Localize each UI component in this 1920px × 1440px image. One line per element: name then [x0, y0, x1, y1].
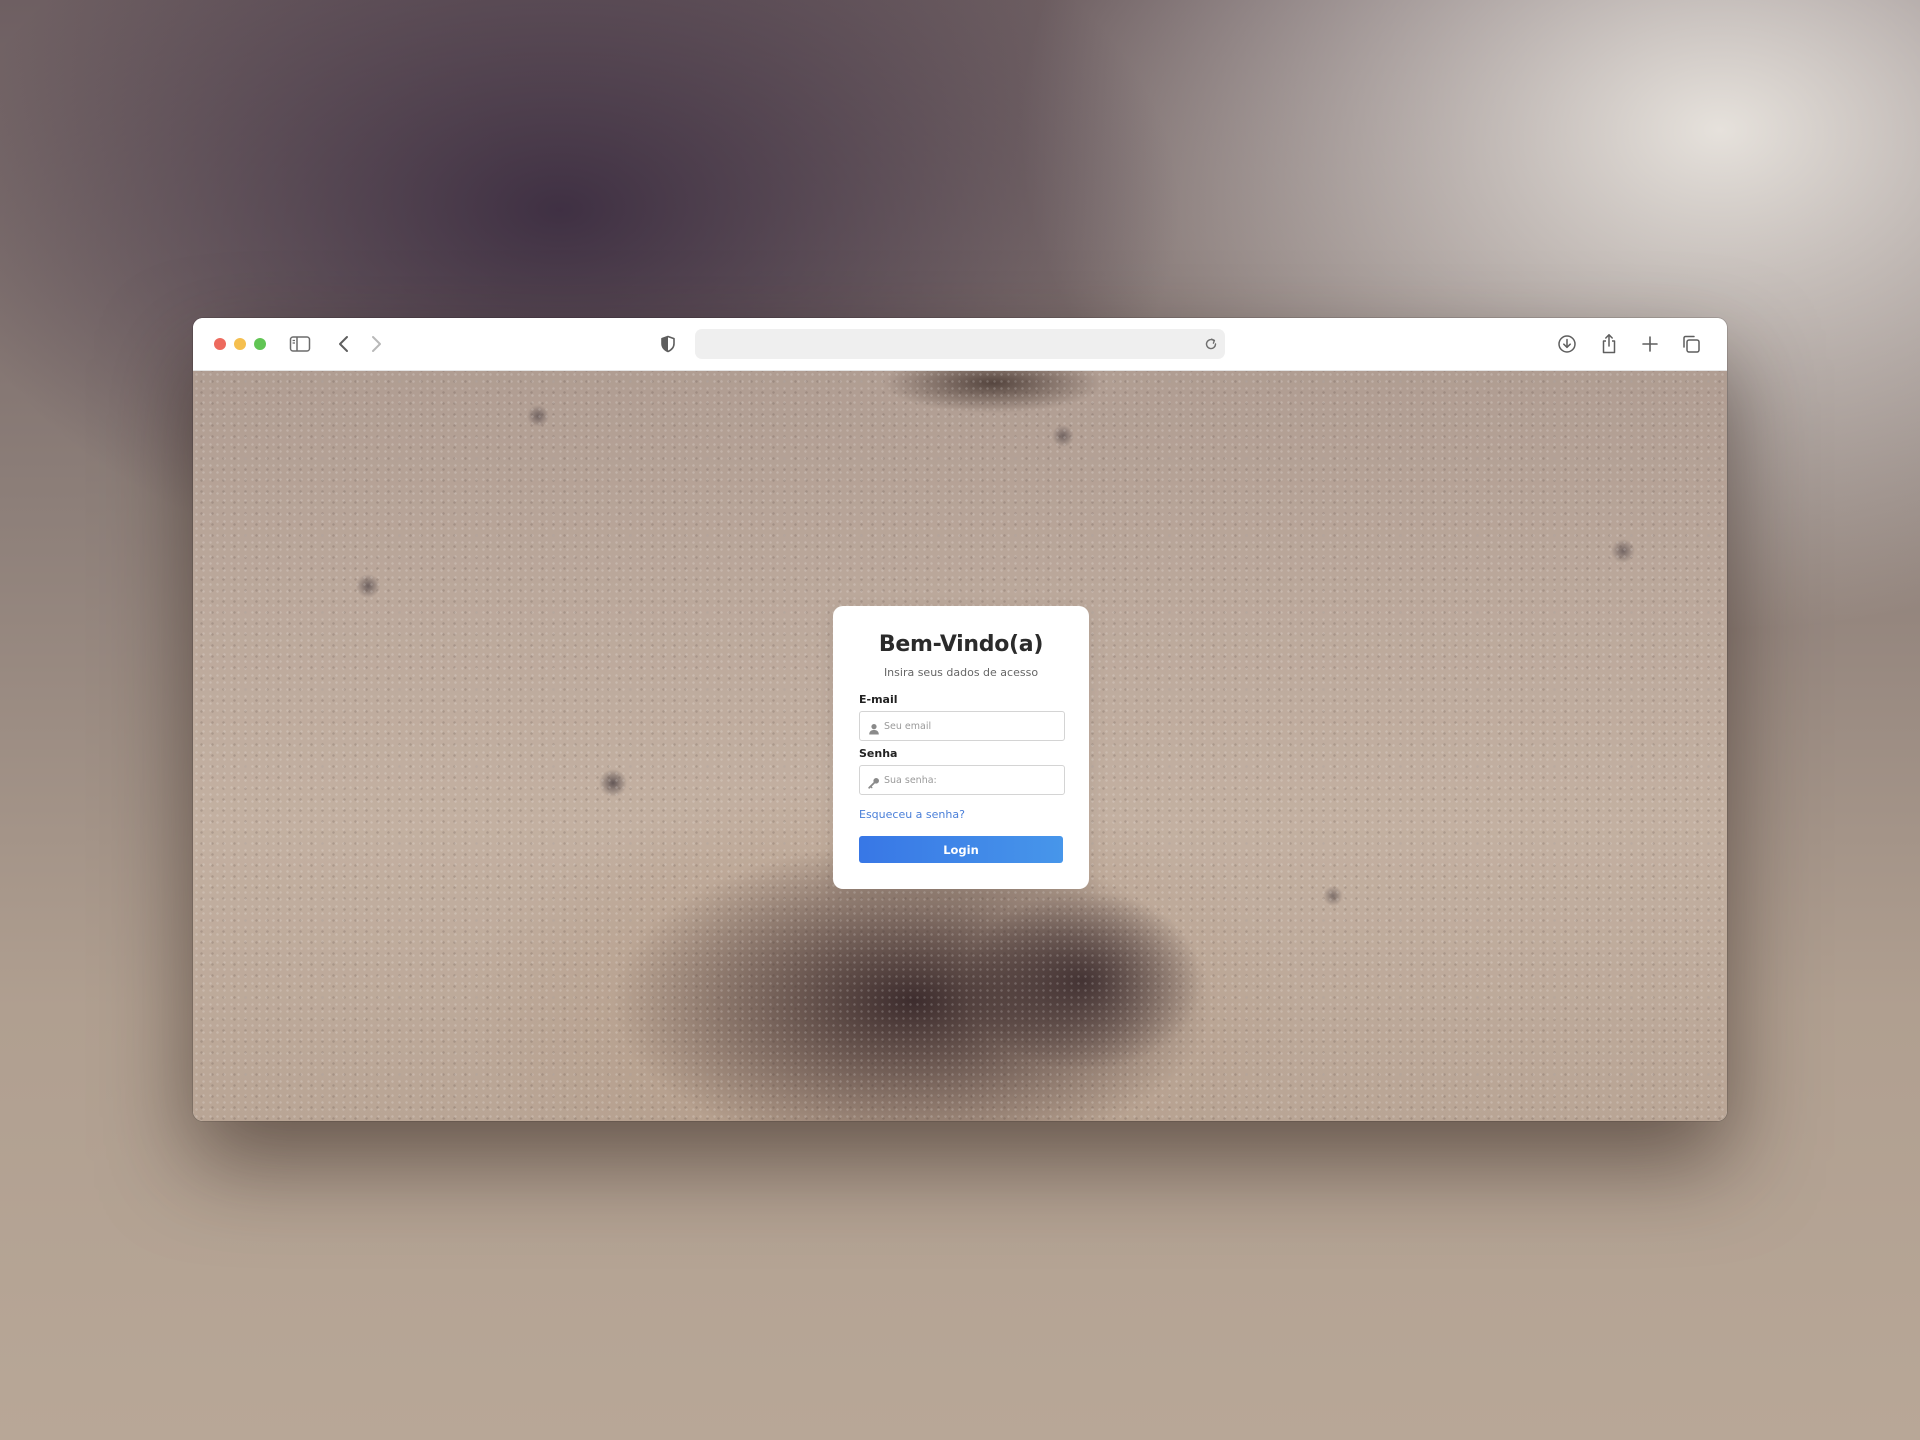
email-label: E-mail	[859, 693, 898, 706]
reload-icon[interactable]	[1203, 336, 1219, 352]
user-icon	[868, 720, 880, 735]
sidebar-toggle-icon[interactable]	[287, 331, 313, 357]
password-field[interactable]	[859, 765, 1065, 795]
zoom-window-button[interactable]	[254, 338, 266, 350]
address-bar[interactable]	[695, 329, 1225, 359]
download-icon[interactable]	[1554, 331, 1580, 357]
share-icon[interactable]	[1596, 331, 1622, 357]
chevron-left-icon[interactable]	[331, 331, 357, 357]
email-field[interactable]	[859, 711, 1065, 741]
email-input[interactable]	[884, 712, 1056, 740]
login-subtitle: Insira seus dados de acesso	[883, 666, 1039, 679]
page-content: Bem-Vindo(a) Insira seus dados de acesso…	[193, 371, 1727, 1121]
minimize-window-button[interactable]	[234, 338, 246, 350]
browser-window: Bem-Vindo(a) Insira seus dados de acesso…	[193, 318, 1727, 1121]
shield-icon[interactable]	[655, 331, 681, 357]
login-button[interactable]: Login	[859, 836, 1063, 863]
login-card: Bem-Vindo(a) Insira seus dados de acesso…	[833, 606, 1089, 889]
forgot-password-link[interactable]: Esqueceu a senha?	[859, 808, 965, 821]
password-input[interactable]	[884, 766, 1056, 794]
tab-overview-icon[interactable]	[1678, 331, 1704, 357]
login-title: Bem-Vindo(a)	[878, 632, 1044, 657]
password-label: Senha	[859, 747, 898, 760]
key-icon	[868, 774, 880, 789]
browser-toolbar	[193, 318, 1727, 371]
chevron-right-icon[interactable]	[363, 331, 389, 357]
plus-icon[interactable]	[1637, 331, 1663, 357]
close-window-button[interactable]	[214, 338, 226, 350]
